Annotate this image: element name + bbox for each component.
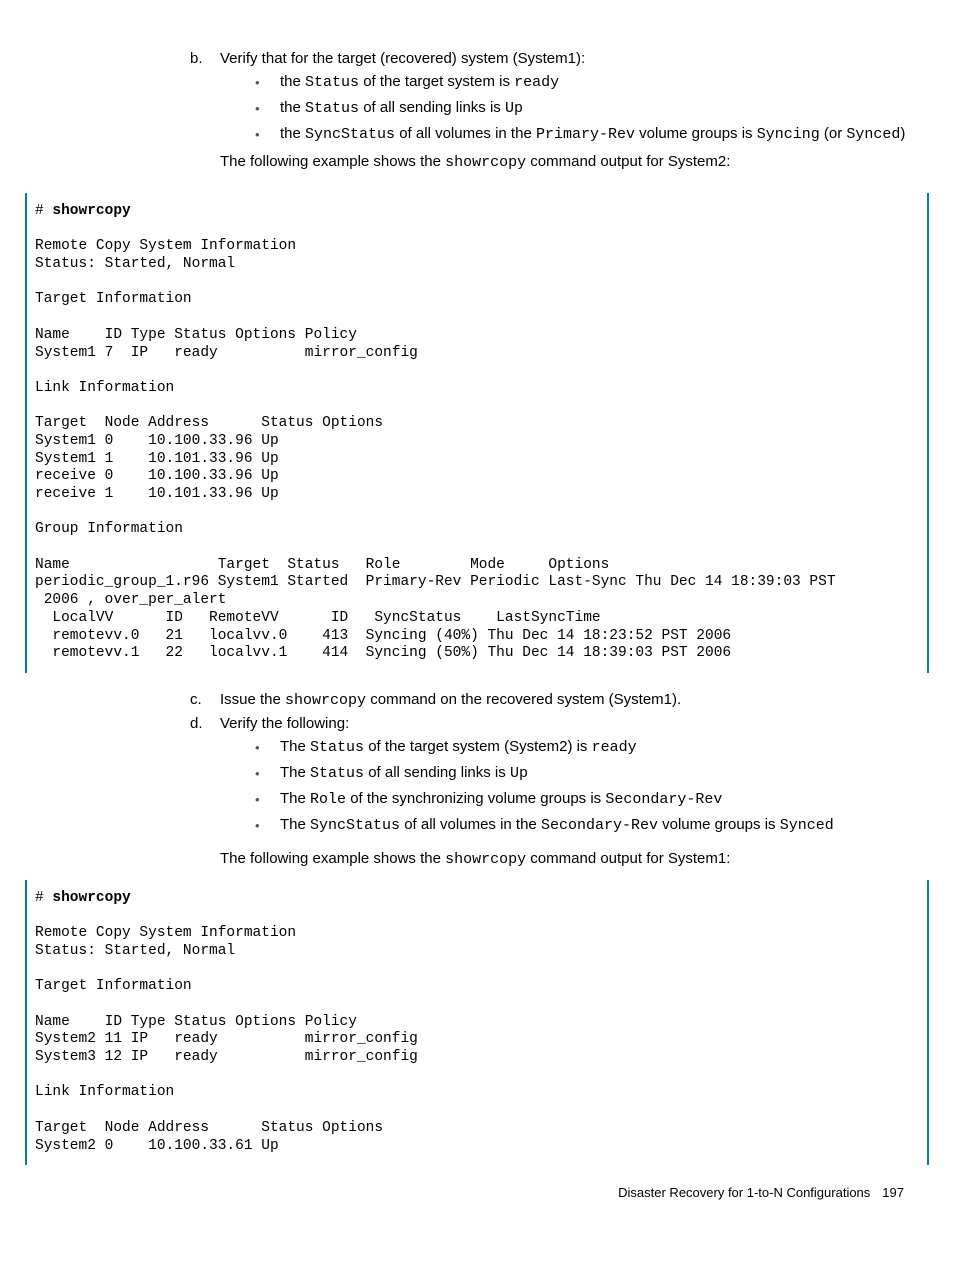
bullet-icon: • — [255, 73, 280, 93]
step-d-after: The following example shows the showrcop… — [220, 850, 919, 868]
step-d-bullet-2: The Status of all sending links is Up — [280, 764, 919, 784]
code-block-system2: # showrcopy Remote Copy System Informati… — [25, 193, 929, 673]
bullet-icon: • — [255, 764, 280, 784]
bullet-icon: • — [255, 738, 280, 758]
step-d-text: Verify the following: — [220, 715, 349, 732]
code-block-system1: # showrcopy Remote Copy System Informati… — [25, 880, 929, 1165]
step-d: d. Verify the following: • The Status of… — [190, 715, 919, 842]
step-b-bullet-3: the SyncStatus of all volumes in the Pri… — [280, 125, 919, 145]
step-b-bullet-1: the Status of the target system is ready — [280, 73, 919, 93]
step-c-text: Issue the showrcopy command on the recov… — [220, 691, 919, 709]
step-d-bullet-4: The SyncStatus of all volumes in the Sec… — [280, 816, 919, 836]
step-b-after: The following example shows the showrcop… — [220, 153, 919, 171]
step-b: b. Verify that for the target (recovered… — [190, 50, 919, 181]
bullet-icon: • — [255, 790, 280, 810]
bullet-icon: • — [255, 99, 280, 119]
step-d-bullet-1: The Status of the target system (System2… — [280, 738, 919, 758]
bullet-icon: • — [255, 816, 280, 836]
step-b-bullet-2: the Status of all sending links is Up — [280, 99, 919, 119]
page-number: 197 — [882, 1185, 904, 1200]
step-d-bullet-3: The Role of the synchronizing volume gro… — [280, 790, 919, 810]
step-c: c. Issue the showrcopy command on the re… — [190, 691, 919, 709]
step-b-text: Verify that for the target (recovered) s… — [220, 50, 585, 67]
step-c-marker: c. — [190, 691, 220, 709]
step-d-marker: d. — [190, 715, 220, 842]
step-b-marker: b. — [190, 50, 220, 181]
bullet-icon: • — [255, 125, 280, 145]
footer-title: Disaster Recovery for 1-to-N Configurati… — [618, 1185, 870, 1200]
page-footer: Disaster Recovery for 1-to-N Configurati… — [25, 1185, 929, 1200]
